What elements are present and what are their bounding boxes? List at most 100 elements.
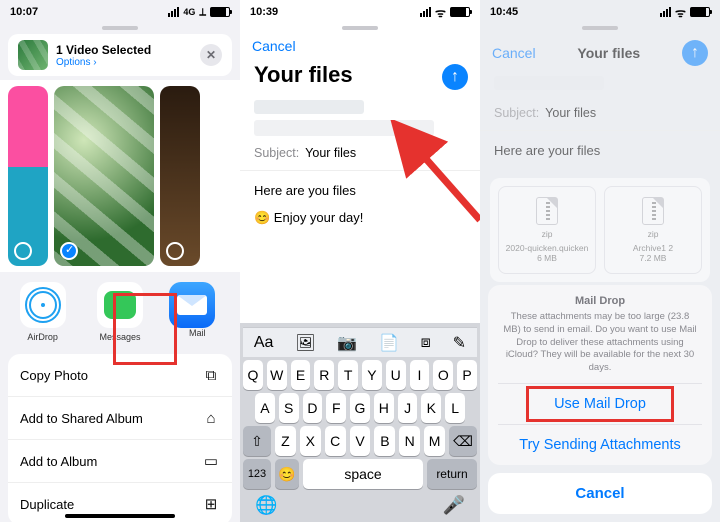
key-c[interactable]: C — [325, 426, 346, 456]
sheet-grabber[interactable] — [102, 26, 138, 30]
key-f[interactable]: F — [326, 393, 346, 423]
home-indicator[interactable] — [65, 514, 175, 518]
key-⇧[interactable]: ⇧ — [243, 426, 271, 456]
status-bar: 10:07 4G ⟂ — [0, 0, 240, 22]
wifi-icon: ⟂ — [199, 7, 206, 18]
key-g[interactable]: G — [350, 393, 370, 423]
attachment-item[interactable]: zip2020-quicken.quicken6 MB — [498, 186, 596, 275]
signal-icon — [420, 7, 431, 17]
cancel-button[interactable]: Cancel — [252, 38, 296, 54]
sheet-cancel-button[interactable]: Cancel — [488, 473, 712, 514]
share-options-link[interactable]: Options › — [56, 57, 200, 68]
action-sheet: Mail Drop These attachments may be too l… — [488, 285, 712, 514]
pane-share-sheet: 10:07 4G ⟂ 1 Video Selected Options › ✕ … — [0, 0, 240, 522]
pane-maildrop: 10:45 ᯤ Cancel Your files ↑ Subject:Your… — [480, 0, 720, 522]
selected-thumbnail — [18, 40, 48, 70]
key-u[interactable]: U — [386, 360, 406, 390]
network-label: 4G — [183, 7, 195, 17]
media-thumb[interactable] — [8, 86, 48, 266]
return-key[interactable]: return — [427, 459, 477, 489]
key-j[interactable]: J — [398, 393, 418, 423]
airdrop-icon — [29, 291, 57, 319]
key-l[interactable]: L — [445, 393, 465, 423]
shared-album-icon: ⌂ — [202, 409, 220, 427]
num-key[interactable]: 123 — [243, 459, 271, 489]
recipient-area[interactable] — [240, 96, 480, 136]
signal-icon — [660, 7, 671, 17]
media-thumb[interactable] — [54, 86, 154, 266]
use-maildrop-button[interactable]: Use Mail Drop — [498, 383, 702, 424]
key-y[interactable]: Y — [362, 360, 382, 390]
mail-button[interactable]: Mail — [169, 282, 225, 342]
status-bar: 10:39 ᯤ — [240, 0, 480, 22]
key-b[interactable]: B — [374, 426, 395, 456]
share-header: 1 Video Selected Options › ✕ — [8, 34, 232, 76]
key-x[interactable]: X — [300, 426, 321, 456]
signal-icon — [168, 7, 179, 17]
key-z[interactable]: Z — [275, 426, 296, 456]
key-k[interactable]: K — [421, 393, 441, 423]
media-thumb[interactable] — [160, 86, 200, 266]
scan-icon[interactable]: ⧈ — [421, 334, 431, 352]
message-body[interactable]: Here are you files 😊 Enjoy your day! — [240, 171, 480, 239]
key-w[interactable]: W — [267, 360, 287, 390]
keyboard-format-bar[interactable]: Aa 🖼 📷 📄 ⧈ ✎ — [243, 327, 477, 357]
key-r[interactable]: R — [314, 360, 334, 390]
maildrop-message: These attachments may be too large (23.8… — [498, 307, 702, 383]
message-body: Here are your files — [480, 131, 720, 172]
sheet-grabber[interactable] — [582, 26, 618, 30]
keyboard[interactable]: Aa 🖼 📷 📄 ⧈ ✎ QWERTYUIOP ASDFGHJKL ⇧ZXCVB… — [240, 323, 480, 522]
pane-compose: 10:39 ᯤ Cancel Your files ↑ Subject:Your… — [240, 0, 480, 522]
action-add-album[interactable]: Add to Album▭ — [8, 440, 232, 483]
battery-icon — [450, 7, 470, 17]
globe-icon[interactable]: 🌐 — [255, 495, 277, 516]
sheet-grabber[interactable] — [342, 26, 378, 30]
close-icon[interactable]: ✕ — [200, 44, 222, 66]
key-o[interactable]: O — [433, 360, 453, 390]
key-h[interactable]: H — [374, 393, 394, 423]
zip-icon — [642, 197, 664, 225]
airdrop-button[interactable]: AirDrop — [15, 282, 71, 342]
attachment-item[interactable]: zipArchive1 27.2 MB — [604, 186, 702, 275]
key-i[interactable]: I — [410, 360, 430, 390]
status-time: 10:39 — [250, 6, 278, 18]
send-button[interactable]: ↑ — [682, 40, 708, 66]
messages-button[interactable]: Messages — [92, 282, 148, 342]
to-field-redacted — [254, 100, 364, 114]
status-time: 10:07 — [10, 6, 38, 18]
share-actions-list: Copy Photo⧉ Add to Shared Album⌂ Add to … — [8, 354, 232, 522]
action-copy-photo[interactable]: Copy Photo⧉ — [8, 354, 232, 397]
subject-field[interactable]: Subject:Your files — [240, 136, 480, 171]
subject-field: Subject:Your files — [480, 96, 720, 131]
battery-icon — [210, 7, 230, 17]
text-format-icon[interactable]: Aa — [254, 334, 274, 352]
key-m[interactable]: M — [424, 426, 445, 456]
key-q[interactable]: Q — [243, 360, 263, 390]
key-s[interactable]: S — [279, 393, 299, 423]
key-⌫[interactable]: ⌫ — [449, 426, 477, 456]
markup-icon[interactable]: ✎ — [453, 333, 466, 353]
status-bar: 10:45 ᯤ — [480, 0, 720, 22]
battery-icon — [690, 7, 710, 17]
document-icon[interactable]: 📄 — [379, 333, 399, 353]
key-n[interactable]: N — [399, 426, 420, 456]
camera-icon[interactable]: 📷 — [337, 333, 357, 353]
share-apps-row: AirDrop Messages Mail — [0, 272, 240, 354]
key-a[interactable]: A — [255, 393, 275, 423]
cc-field-redacted — [254, 120, 434, 136]
space-key[interactable]: space — [303, 459, 423, 489]
send-button[interactable]: ↑ — [442, 64, 468, 90]
key-e[interactable]: E — [291, 360, 311, 390]
key-t[interactable]: T — [338, 360, 358, 390]
action-add-shared-album[interactable]: Add to Shared Album⌂ — [8, 397, 232, 440]
emoji-key[interactable]: 😊 — [275, 459, 299, 489]
album-icon: ▭ — [202, 452, 220, 470]
media-strip[interactable] — [0, 80, 240, 272]
key-d[interactable]: D — [303, 393, 323, 423]
cancel-button[interactable]: Cancel — [492, 45, 536, 61]
try-sending-button[interactable]: Try Sending Attachments — [498, 424, 702, 465]
photo-picker-icon[interactable]: 🖼 — [295, 333, 315, 353]
key-p[interactable]: P — [457, 360, 477, 390]
key-v[interactable]: V — [350, 426, 371, 456]
mic-icon[interactable]: 🎤 — [443, 495, 465, 516]
